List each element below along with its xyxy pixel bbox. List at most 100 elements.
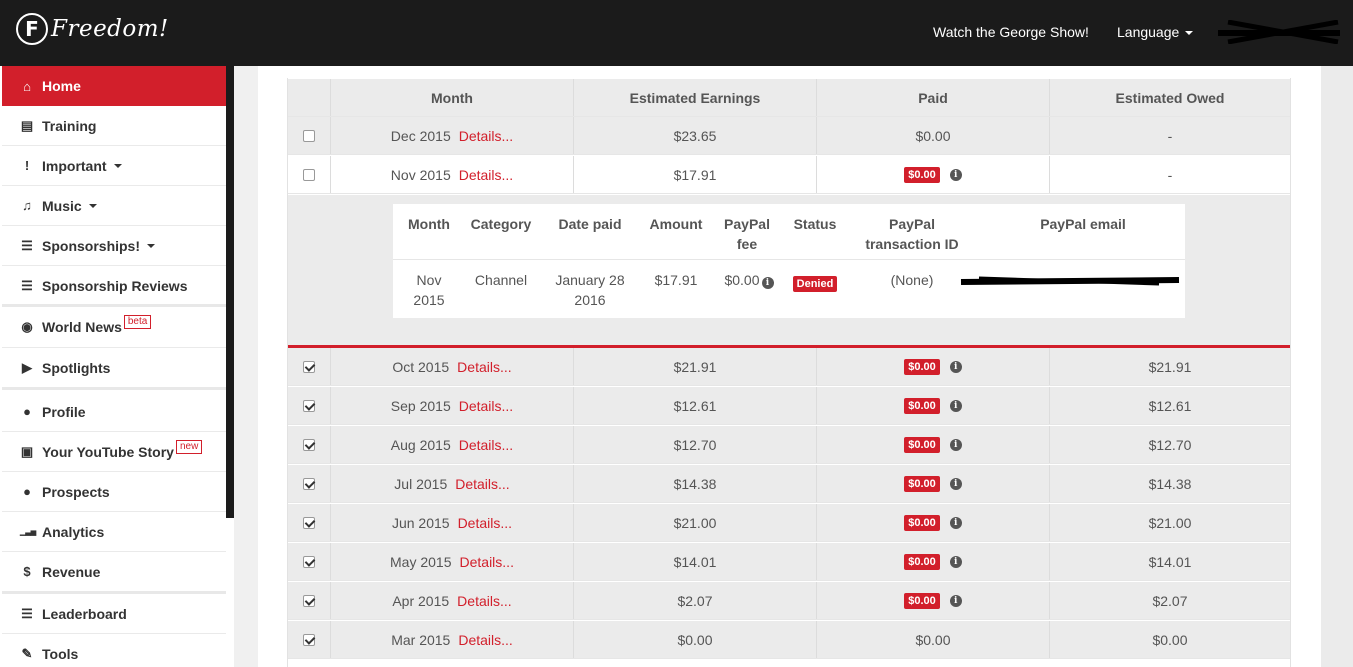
chevron-down-icon	[88, 203, 97, 208]
sidebar-item-label: Leaderboard	[42, 605, 127, 622]
sidebar-item-label: Tools	[42, 645, 79, 662]
sidebar-item-label: Music	[42, 197, 82, 214]
table-row[interactable]: Sep 2015 Details... $12.61 $0.00 i $12.61	[288, 387, 1290, 425]
column-header-estimated-earnings[interactable]: Estimated Earnings	[574, 79, 817, 116]
table-row[interactable]: Jun 2015 Details... $21.00 $0.00 i $21.00	[288, 504, 1290, 542]
row-checkbox[interactable]	[303, 633, 315, 646]
sidebar-item-training[interactable]: ▤ Training	[2, 106, 226, 145]
sidebar-item-music[interactable]: ♫ Music	[2, 186, 226, 225]
details-link[interactable]: Details...	[458, 515, 512, 531]
sidebar-item-label: Important	[42, 157, 107, 174]
row-checkbox[interactable]	[303, 129, 315, 142]
info-icon[interactable]: i	[949, 477, 962, 490]
watch-george-show-link[interactable]: Watch the George Show!	[933, 24, 1089, 40]
details-link[interactable]: Details...	[460, 554, 514, 570]
sidebar-item-home[interactable]: ⌂ Home	[2, 66, 226, 106]
language-dropdown[interactable]: Language	[1117, 24, 1194, 40]
row-select-cell	[288, 504, 331, 541]
details-link[interactable]: Details...	[459, 437, 513, 453]
table-row[interactable]: Jul 2015 Details... $14.38 $0.00 i $14.38	[288, 465, 1290, 503]
details-link[interactable]: Details...	[459, 167, 513, 183]
music-icon: ♫	[22, 198, 32, 213]
row-checkbox[interactable]	[303, 360, 315, 373]
earnings-cell: $12.70	[574, 426, 817, 463]
earnings-cell: $2.07	[574, 582, 817, 619]
row-checkbox[interactable]	[303, 168, 315, 181]
earnings-cell: $12.61	[574, 387, 817, 424]
sidebar-item-sponsorships[interactable]: ☰ Sponsorships!	[2, 226, 226, 265]
row-checkbox[interactable]	[303, 477, 315, 490]
info-icon[interactable]: i	[949, 438, 962, 451]
month-cell: Nov 2015 Details...	[331, 156, 574, 193]
sidebar-scrollbar[interactable]	[226, 66, 234, 518]
table-row[interactable]: Mar 2015 Details... $0.00 $0.00 $0.00	[288, 621, 1290, 659]
details-link[interactable]: Details...	[459, 398, 513, 414]
row-checkbox[interactable]	[303, 516, 315, 529]
row-checkbox[interactable]	[303, 555, 315, 568]
youtube-icon: ▣	[20, 443, 34, 459]
details-link[interactable]: Details...	[459, 128, 513, 144]
owed-cell: $2.07	[1152, 592, 1188, 609]
earnings-cell: $14.38	[574, 465, 817, 502]
earnings-cell: $21.00	[574, 504, 817, 541]
details-link[interactable]: Details...	[457, 359, 511, 375]
detail-header-month: Month	[408, 216, 450, 232]
table-row[interactable]: Aug 2015 Details... $12.70 $0.00 i $12.70	[288, 426, 1290, 464]
paid-badge: $0.00	[904, 397, 940, 414]
sidebar-item-label: Profile	[42, 403, 86, 420]
wrench-icon: ✎	[21, 645, 33, 661]
column-header-estimated-owed[interactable]: Estimated Owed	[1050, 79, 1290, 116]
month-value: Sep 2015	[390, 397, 451, 414]
sidebar-item-label: Your YouTube Story	[42, 443, 174, 460]
sidebar-item-world-news[interactable]: ◉ World News beta	[2, 307, 226, 346]
column-header-paid[interactable]: Paid	[817, 79, 1050, 116]
details-link[interactable]: Details...	[458, 632, 512, 648]
details-link[interactable]: Details...	[457, 593, 511, 609]
paid-value: $0.00	[915, 127, 951, 144]
month-cell: Sep 2015 Details...	[331, 387, 574, 424]
earnings-cell: $17.91	[574, 156, 817, 193]
info-icon[interactable]: i	[949, 594, 962, 607]
sidebar-item-tools[interactable]: ✎ Tools	[2, 634, 226, 667]
info-icon[interactable]: i	[949, 168, 962, 181]
paid-value: $0.00	[915, 631, 951, 648]
paid-badge: $0.00	[904, 553, 940, 570]
sidebar-item-important[interactable]: ! Important	[2, 146, 226, 185]
sidebar-item-sponsorship-reviews[interactable]: ☰ Sponsorship Reviews	[2, 266, 226, 305]
table-header-row: Month Estimated Earnings Paid Estimated …	[288, 79, 1290, 117]
table-row[interactable]: Apr 2015 Details... $2.07 $0.00 i $2.07	[288, 582, 1290, 620]
sidebar-item-label: Home	[42, 78, 81, 94]
top-navbar: F Freedom! Watch the George Show! Langua…	[0, 0, 1353, 66]
column-header-month[interactable]: Month	[331, 79, 574, 116]
info-icon[interactable]: i	[949, 516, 962, 529]
row-checkbox[interactable]	[303, 399, 315, 412]
sidebar-item-your-youtube-story[interactable]: ▣ Your YouTube Story new	[2, 432, 226, 471]
sidebar-item-profile[interactable]: ● Profile	[2, 392, 226, 431]
watch-george-show-label: Watch the George Show!	[933, 24, 1089, 40]
info-icon[interactable]: i	[761, 277, 774, 289]
sidebar-item-prospects[interactable]: ● Prospects	[2, 472, 226, 511]
table-row[interactable]: May 2015 Details... $14.01 $0.00 i $14.01	[288, 543, 1290, 581]
sidebar-item-revenue[interactable]: $ Revenue	[2, 552, 226, 591]
row-checkbox[interactable]	[303, 594, 315, 607]
sidebar-item-leaderboard[interactable]: ☰ Leaderboard	[2, 594, 226, 633]
paid-badge: $0.00	[904, 514, 940, 531]
info-icon[interactable]: i	[949, 399, 962, 412]
sidebar-section-separator	[2, 387, 226, 390]
paid-badge: $0.00	[904, 592, 940, 609]
details-link[interactable]: Details...	[455, 476, 509, 492]
table-row[interactable]: Nov 2015 Details... $17.91 $0.00 i -	[288, 156, 1290, 194]
freedom-logo[interactable]: F Freedom!	[16, 13, 169, 45]
month-value: Nov 2015	[390, 166, 451, 183]
table-row[interactable]: Oct 2015 Details... $21.91 $0.00 i $21.91	[288, 348, 1290, 386]
user-menu-redacted[interactable]	[1218, 20, 1340, 44]
owed-cell: $14.01	[1148, 553, 1192, 570]
sidebar-item-analytics[interactable]: ▁▃▅ Analytics	[2, 512, 226, 551]
sidebar-item-label: Revenue	[42, 563, 101, 580]
sidebar-item-spotlights[interactable]: ▶ Spotlights	[2, 348, 226, 387]
info-icon[interactable]: i	[949, 555, 962, 568]
row-checkbox[interactable]	[303, 438, 315, 451]
info-icon[interactable]: i	[949, 360, 962, 373]
paid-cell: $0.00 i	[817, 426, 1050, 463]
table-row[interactable]: Dec 2015 Details... $23.65 $0.00 -	[288, 117, 1290, 155]
